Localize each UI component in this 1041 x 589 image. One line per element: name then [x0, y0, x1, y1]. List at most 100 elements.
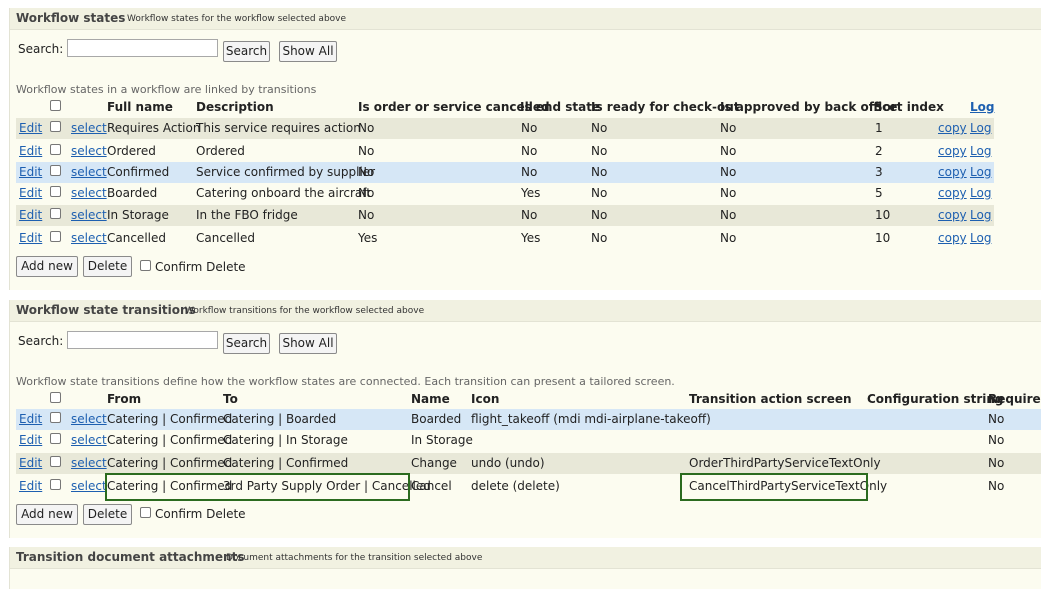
- row-checkbox[interactable]: [50, 144, 61, 155]
- transitions-select-all-checkbox[interactable]: [50, 392, 61, 403]
- log-link[interactable]: Log: [970, 205, 991, 226]
- edit-link[interactable]: Edit: [19, 228, 42, 249]
- end-state-cell: No: [521, 165, 538, 179]
- states-search-button[interactable]: Search: [223, 41, 270, 62]
- description-cell: Service confirmed by supplier: [196, 165, 376, 179]
- table-row[interactable]: Edit select Ordered Ordered No No No No …: [16, 141, 994, 162]
- edit-link[interactable]: Edit: [19, 409, 42, 430]
- edit-link[interactable]: Edit: [19, 183, 42, 204]
- select-link[interactable]: select: [71, 453, 107, 474]
- log-link[interactable]: Log: [970, 141, 991, 162]
- log-link[interactable]: Log: [970, 183, 991, 204]
- col-sort-index[interactable]: Sort index: [874, 97, 944, 118]
- row-checkbox[interactable]: [50, 231, 61, 242]
- states-confirm-delete-checkbox[interactable]: [140, 260, 151, 271]
- table-row[interactable]: Edit select Catering | Confirmed Caterin…: [16, 430, 1041, 451]
- workflow-states-subtitle: Workflow states for the workflow selecte…: [127, 14, 347, 24]
- copy-link[interactable]: copy: [938, 205, 967, 226]
- states-search-input[interactable]: [67, 39, 218, 57]
- edit-link[interactable]: Edit: [19, 205, 42, 226]
- states-show-all-button[interactable]: Show All: [279, 41, 337, 62]
- sort-index-cell: 3: [875, 165, 883, 179]
- transitions-show-all-button[interactable]: Show All: [279, 333, 337, 354]
- full-name-cell: Confirmed: [107, 165, 170, 179]
- copy-link[interactable]: copy: [938, 228, 967, 249]
- select-link[interactable]: select: [71, 141, 107, 162]
- end-state-cell: Yes: [521, 231, 541, 245]
- sort-index-cell: 10: [875, 208, 891, 222]
- cancelled-cell: No: [358, 186, 375, 200]
- select-link[interactable]: select: [71, 162, 107, 183]
- row-checkbox[interactable]: [50, 121, 61, 132]
- table-row[interactable]: Edit select Requires Action This service…: [16, 118, 994, 139]
- select-link[interactable]: select: [71, 118, 107, 139]
- workflow-states-title: Workflow states: [16, 11, 126, 25]
- end-state-cell: Yes: [521, 186, 541, 200]
- row-checkbox[interactable]: [50, 165, 61, 176]
- highlight-box-from-to: [105, 473, 410, 501]
- row-checkbox[interactable]: [50, 186, 61, 197]
- transitions-delete-button[interactable]: Delete: [83, 504, 132, 525]
- col-transition-action-screen[interactable]: Transition action screen: [689, 389, 852, 410]
- transitions-search-button[interactable]: Search: [223, 333, 270, 354]
- table-row[interactable]: Edit select Catering | Confirmed Caterin…: [16, 453, 1041, 474]
- select-link[interactable]: select: [71, 409, 107, 430]
- row-checkbox[interactable]: [50, 208, 61, 219]
- name-cell: Change: [411, 456, 457, 470]
- full-name-cell: Cancelled: [107, 231, 166, 245]
- description-cell: Ordered: [196, 144, 245, 158]
- transitions-confirm-delete-checkbox[interactable]: [140, 507, 151, 518]
- states-add-new-button[interactable]: Add new: [16, 256, 78, 277]
- edit-link[interactable]: Edit: [19, 430, 42, 451]
- to-cell: Catering | Boarded: [223, 412, 337, 426]
- table-row[interactable]: Edit select Boarded Catering onboard the…: [16, 183, 994, 204]
- col-full-name[interactable]: Full name: [107, 97, 173, 118]
- edit-link[interactable]: Edit: [19, 453, 42, 474]
- col-approved[interactable]: Is approved by back office: [720, 97, 897, 118]
- edit-link[interactable]: Edit: [19, 118, 42, 139]
- states-delete-button[interactable]: Delete: [83, 256, 132, 277]
- copy-link[interactable]: copy: [938, 141, 967, 162]
- select-link[interactable]: select: [71, 228, 107, 249]
- select-link[interactable]: select: [71, 476, 107, 497]
- log-link[interactable]: Log: [970, 118, 991, 139]
- table-row[interactable]: Edit select Catering | Confirmed Caterin…: [16, 409, 1041, 430]
- transition-attachments-header: Transition document attachments Document…: [10, 547, 1041, 569]
- transitions-search-input[interactable]: [67, 331, 218, 349]
- transitions-add-new-button[interactable]: Add new: [16, 504, 78, 525]
- col-to[interactable]: To: [223, 389, 238, 410]
- table-row[interactable]: Edit select Confirmed Service confirmed …: [16, 162, 994, 183]
- row-checkbox[interactable]: [50, 479, 61, 490]
- log-link[interactable]: Log: [970, 228, 991, 249]
- edit-link[interactable]: Edit: [19, 476, 42, 497]
- states-select-all-checkbox[interactable]: [50, 100, 61, 111]
- col-description[interactable]: Description: [196, 97, 274, 118]
- col-from[interactable]: From: [107, 389, 141, 410]
- col-ready[interactable]: Is ready for check-out: [591, 97, 739, 118]
- table-row[interactable]: Edit select Cancelled Cancelled Yes Yes …: [16, 228, 994, 249]
- col-require[interactable]: Require a: [988, 389, 1041, 410]
- col-configuration-string[interactable]: Configuration string: [867, 389, 1004, 410]
- copy-link[interactable]: copy: [938, 183, 967, 204]
- ready-cell: No: [591, 144, 608, 158]
- row-checkbox[interactable]: [50, 456, 61, 467]
- select-link[interactable]: select: [71, 205, 107, 226]
- ready-cell: No: [591, 186, 608, 200]
- col-log[interactable]: Log: [970, 97, 994, 118]
- log-link[interactable]: Log: [970, 162, 991, 183]
- col-icon[interactable]: Icon: [471, 389, 499, 410]
- col-end-state[interactable]: Is end state: [520, 97, 600, 118]
- copy-link[interactable]: copy: [938, 118, 967, 139]
- table-row[interactable]: Edit select In Storage In the FBO fridge…: [16, 205, 994, 226]
- edit-link[interactable]: Edit: [19, 141, 42, 162]
- select-link[interactable]: select: [71, 430, 107, 451]
- states-table-header: Full name Description Is order or servic…: [10, 97, 1041, 118]
- col-name[interactable]: Name: [411, 389, 450, 410]
- select-link[interactable]: select: [71, 183, 107, 204]
- end-state-cell: No: [521, 144, 538, 158]
- row-checkbox[interactable]: [50, 412, 61, 423]
- copy-link[interactable]: copy: [938, 162, 967, 183]
- row-checkbox[interactable]: [50, 433, 61, 444]
- edit-link[interactable]: Edit: [19, 162, 42, 183]
- require-cell: No: [988, 456, 1005, 470]
